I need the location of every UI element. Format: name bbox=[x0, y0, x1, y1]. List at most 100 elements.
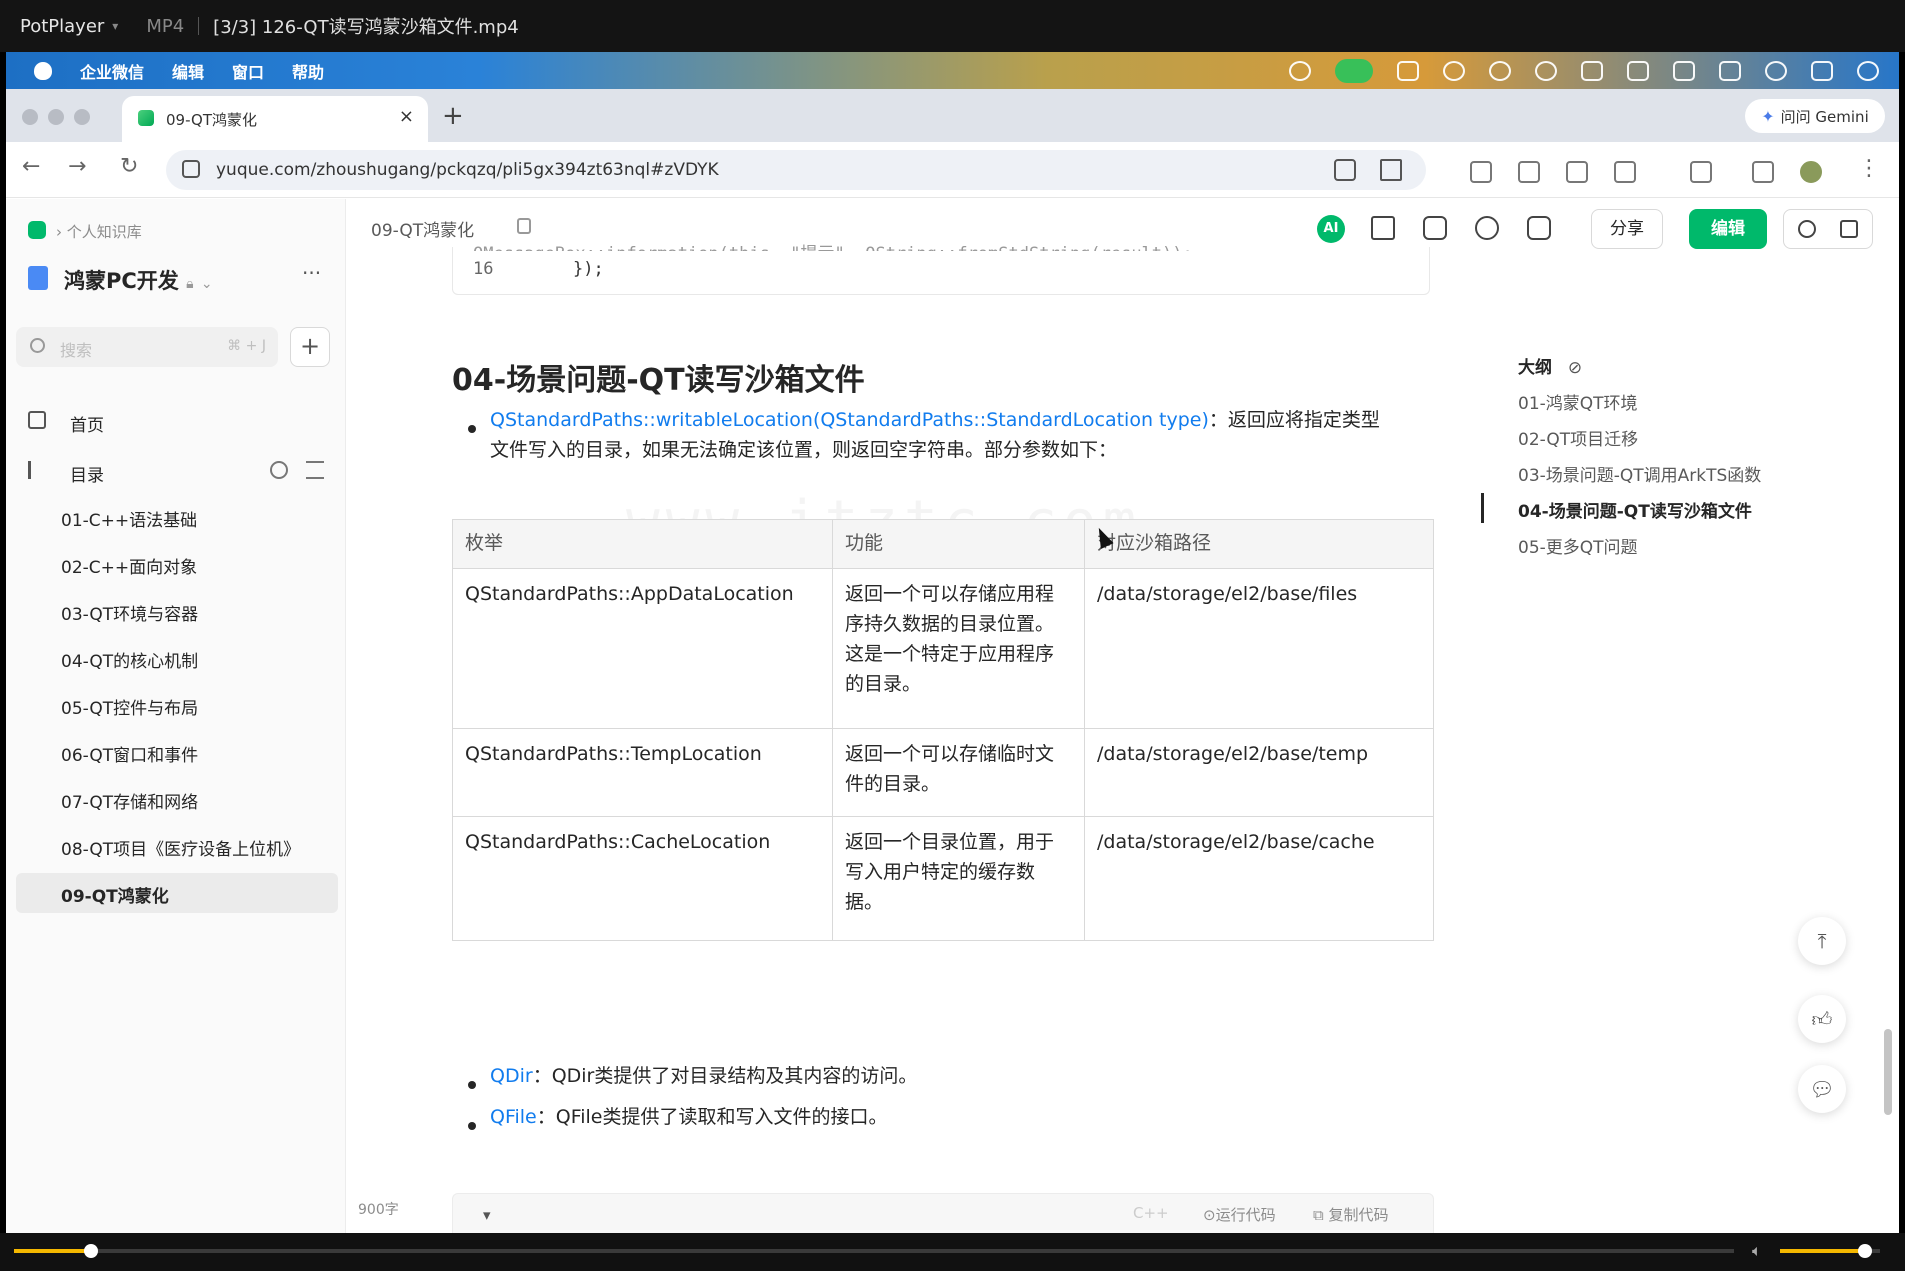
chevron-down-icon[interactable]: ▾ bbox=[112, 19, 118, 33]
search-input[interactable]: 搜索 ⌘ + J bbox=[16, 327, 278, 367]
install-app-icon[interactable] bbox=[1334, 159, 1356, 181]
toc-item-active[interactable]: 09-QT鸿蒙化 bbox=[16, 873, 338, 913]
back-arrow-icon[interactable]: ← bbox=[22, 154, 40, 179]
bookmark-star-icon[interactable] bbox=[1380, 159, 1402, 181]
url-text[interactable]: yuque.com/zhoushugang/pckqzq/pli5gx394zt… bbox=[216, 160, 719, 180]
menu-item-wecom[interactable]: 企业微信 bbox=[80, 59, 144, 83]
volume-speaker-icon[interactable]: 🔈︎ bbox=[1752, 1241, 1762, 1261]
sync-app-icon[interactable] bbox=[1627, 60, 1649, 81]
tab-search-icon[interactable] bbox=[1690, 161, 1712, 183]
player-title-bar: PotPlayer ▾ MP4 [3/3] 126-QT读写鸿蒙沙箱文件.mp4 bbox=[0, 0, 1905, 52]
tab-active[interactable]: 09-QT鸿蒙化 × bbox=[122, 96, 428, 142]
toc-item[interactable]: 01-C++语法基础 bbox=[16, 497, 338, 537]
extension-react-icon[interactable] bbox=[1470, 161, 1492, 183]
zoom-window-button[interactable] bbox=[74, 109, 90, 125]
toc-item[interactable]: 04-QT的核心机制 bbox=[16, 638, 338, 678]
scrollbar-thumb[interactable] bbox=[1884, 1029, 1892, 1115]
gemini-button[interactable]: ✦ 问问 Gemini bbox=[1745, 99, 1885, 133]
forward-arrow-icon[interactable]: → bbox=[68, 154, 86, 179]
cat-app-icon[interactable] bbox=[1443, 60, 1465, 81]
writablelocation-link[interactable]: QStandardPaths::writableLocation(QStanda… bbox=[490, 409, 1209, 431]
comment-bubble-icon[interactable]: 💬︎ bbox=[1798, 1065, 1846, 1113]
toc-item[interactable]: 06-QT窗口和事件 bbox=[16, 732, 338, 772]
outline-item[interactable]: 05-更多QT问题 bbox=[1518, 533, 1638, 558]
kb-more-button[interactable]: ··· bbox=[302, 261, 321, 285]
seek-bar[interactable] bbox=[14, 1244, 1734, 1258]
toc-item[interactable]: 02-C++面向对象 bbox=[16, 544, 338, 584]
player-app-name[interactable]: PotPlayer bbox=[20, 16, 104, 37]
menu-item-help[interactable]: 帮助 bbox=[292, 59, 324, 83]
volume-handle[interactable] bbox=[1858, 1244, 1872, 1258]
sidebar-item-home[interactable]: 首页 bbox=[16, 399, 338, 443]
run-code-button[interactable]: ⊙运行代码 bbox=[1203, 1204, 1276, 1225]
qfile-link[interactable]: QFile bbox=[490, 1106, 537, 1128]
yuque-logo-icon[interactable] bbox=[28, 221, 46, 239]
slideshow-icon[interactable] bbox=[1527, 216, 1551, 240]
copy-code-button[interactable]: ⧉ 复制代码 bbox=[1313, 1204, 1389, 1225]
outline-item[interactable]: 01-鸿蒙QT环境 bbox=[1518, 389, 1638, 414]
site-info-icon[interactable] bbox=[182, 160, 200, 178]
extension-vue-icon[interactable] bbox=[1518, 161, 1540, 183]
code-brackets-icon[interactable] bbox=[1719, 60, 1741, 81]
close-window-button[interactable] bbox=[22, 109, 38, 125]
extension-screenshot-icon[interactable] bbox=[1566, 161, 1588, 183]
control-center-icon[interactable] bbox=[1811, 60, 1833, 81]
chevron-down-icon[interactable]: ▾ bbox=[483, 1206, 491, 1224]
close-tab-icon[interactable]: × bbox=[399, 106, 414, 127]
knowledge-base-title[interactable]: 鸿蒙PC开发 🔒︎ ⌄ bbox=[64, 265, 213, 295]
like-thumb-icon[interactable]: 👍︎ bbox=[1798, 995, 1846, 1043]
profile-avatar[interactable] bbox=[1800, 161, 1822, 183]
reload-icon[interactable]: ↻ bbox=[120, 154, 138, 179]
apple-icon[interactable] bbox=[34, 61, 52, 80]
menu-item-window[interactable]: 窗口 bbox=[232, 59, 264, 83]
download-icon[interactable] bbox=[1752, 161, 1774, 183]
toc-item[interactable]: 08-QT项目《医疗设备上位机》 bbox=[16, 826, 338, 866]
favorite-star-icon[interactable] bbox=[1371, 216, 1395, 240]
back-to-top-button[interactable]: ⤒ bbox=[1798, 917, 1846, 965]
bookmark-app-icon[interactable] bbox=[1581, 60, 1603, 81]
seek-handle[interactable] bbox=[84, 1244, 99, 1258]
share-button[interactable]: 分享 bbox=[1591, 209, 1663, 249]
toc-item[interactable]: 05-QT控件与布局 bbox=[16, 685, 338, 725]
qdir-link[interactable]: QDir bbox=[490, 1065, 533, 1087]
toc-item[interactable]: 03-QT环境与容器 bbox=[16, 591, 338, 631]
address-bar[interactable]: yuque.com/zhoushugang/pckqzq/pli5gx394zt… bbox=[166, 150, 1426, 190]
new-tab-button[interactable]: + bbox=[442, 101, 464, 131]
toc-item-label: 06-QT窗口和事件 bbox=[61, 746, 199, 766]
panel-toggle-icon[interactable] bbox=[1840, 220, 1858, 238]
breadcrumb[interactable]: › 个人知识库 bbox=[56, 221, 142, 242]
sidebar-item-toc[interactable]: 目录 bbox=[16, 449, 338, 493]
add-button[interactable]: + bbox=[290, 327, 330, 367]
wifi-icon[interactable] bbox=[1765, 60, 1787, 81]
comment-icon[interactable] bbox=[1798, 220, 1816, 238]
grid-app-icon[interactable] bbox=[1397, 60, 1419, 81]
sparkle-icon[interactable] bbox=[1489, 60, 1511, 81]
chat-bubble-icon[interactable] bbox=[1535, 60, 1557, 81]
browser-status-icon[interactable] bbox=[1289, 60, 1311, 81]
battery-icon[interactable] bbox=[1673, 60, 1695, 81]
table-cell: QStandardPaths::CacheLocation bbox=[452, 816, 833, 941]
locate-icon[interactable] bbox=[270, 461, 288, 479]
minimize-window-button[interactable] bbox=[48, 109, 64, 125]
lock-icon bbox=[517, 218, 531, 234]
hide-eye-icon[interactable]: ⊘ bbox=[1568, 358, 1582, 378]
presentation-icon[interactable] bbox=[1423, 216, 1447, 240]
add-collaborator-icon[interactable] bbox=[1475, 216, 1499, 240]
volume-slider[interactable] bbox=[1780, 1244, 1880, 1258]
menu-item-edit[interactable]: 编辑 bbox=[172, 59, 204, 83]
outline-item-active[interactable]: 04-场景问题-QT读写沙箱文件 bbox=[1518, 497, 1752, 522]
edit-button[interactable]: 编辑 bbox=[1689, 209, 1767, 249]
breadcrumb-label[interactable]: 个人知识库 bbox=[67, 223, 142, 241]
chevron-down-icon[interactable]: ⌄ bbox=[201, 276, 213, 292]
toc-item-label: 08-QT项目《医疗设备上位机》 bbox=[61, 840, 301, 860]
extensions-puzzle-icon[interactable] bbox=[1614, 161, 1636, 183]
code-language[interactable]: C++ bbox=[1133, 1204, 1169, 1222]
siri-icon[interactable] bbox=[1857, 60, 1879, 81]
more-menu-icon[interactable]: ⋮ bbox=[1858, 156, 1880, 181]
toc-item[interactable]: 07-QT存储和网络 bbox=[16, 779, 338, 819]
outline-item[interactable]: 03-场景问题-QT调用ArkTS函数 bbox=[1518, 461, 1761, 486]
outline-item[interactable]: 02-QT项目迁移 bbox=[1518, 425, 1638, 450]
meeting-icon[interactable] bbox=[1335, 58, 1373, 83]
bullet-paragraph: QStandardPaths::writableLocation(QStanda… bbox=[490, 405, 1434, 465]
collapse-list-icon[interactable] bbox=[306, 461, 324, 479]
